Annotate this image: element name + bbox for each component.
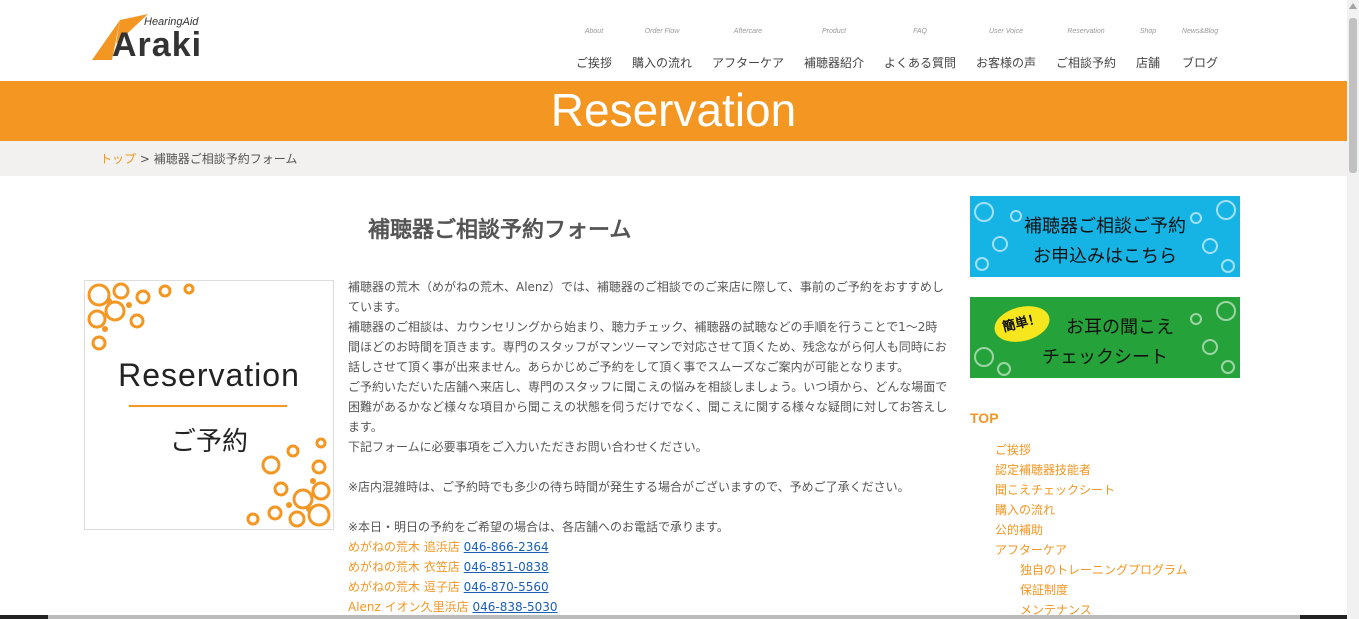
intro-paragraph: 補聴器のご相談は、カウンセリングから始まり、聴力チェック、補聴器の試聴などの手順… <box>348 320 947 374</box>
shop-phone-row: めがねの荒木 追浜店 046-866-2364 <box>348 537 948 557</box>
hearing-check-banner-link[interactable]: 簡単！ お耳の聞こえ チェックシート <box>970 297 1240 378</box>
sidebar-link-order-flow[interactable]: 購入の流れ <box>995 501 1055 518</box>
page-banner: Reservation <box>0 81 1347 141</box>
intro-text: 補聴器の荒木（めがねの荒木、Alenz）では、補聴器のご相談でのご来店に際して、… <box>348 277 948 617</box>
sidebar-link-certified-technician[interactable]: 認定補聴器技能者 <box>995 461 1091 478</box>
nav-faq-jp: よくある質問 <box>883 56 956 70</box>
nav-blog[interactable]: News&Blog ブログ <box>1176 28 1224 71</box>
nav-about-jp: ご挨拶 <box>575 56 612 70</box>
site-header: HearingAid Araki About ご挨拶 Order Flow 購入… <box>0 0 1347 81</box>
shop-name: めがねの荒木 追浜店 <box>348 540 460 554</box>
sidebar-link-warranty[interactable]: 保証制度 <box>1020 581 1068 598</box>
nav-product-en: Product <box>821 28 847 35</box>
sidebar-link-training-program[interactable]: 独自のトレーニングプログラム <box>1020 561 1188 578</box>
shop-phone-link[interactable]: 046-838-5030 <box>472 600 557 614</box>
nav-reservation[interactable]: Reservation ご相談予約 <box>1054 28 1118 71</box>
nav-aftercare-en: Aftercare <box>733 28 763 35</box>
reservation-image: Reservation ご予約 <box>84 280 334 530</box>
reservation-image-en: Reservation <box>118 357 300 393</box>
reservation-banner-line2: お申込みはこちら <box>1033 246 1177 267</box>
page-title: 補聴器ご相談予約フォーム <box>368 218 632 243</box>
nav-faq[interactable]: FAQ よくある質問 <box>882 28 958 71</box>
breadcrumb: トップ > 補聴器ご相談予約フォーム <box>0 141 1347 176</box>
nav-blog-jp: ブログ <box>1181 56 1218 70</box>
waiting-note: ※店内混雑時は、ご予約時でも多少の待ち時間が発生する場合がございますので、予めご… <box>348 480 910 494</box>
vertical-scrollbar[interactable] <box>1347 0 1359 619</box>
nav-blog-en: News&Blog <box>1181 28 1219 35</box>
sidebar-link-about[interactable]: ご挨拶 <box>995 441 1031 458</box>
shop-phone-link[interactable]: 046-851-0838 <box>464 560 549 574</box>
nav-faq-en: FAQ <box>913 28 927 35</box>
nav-about[interactable]: About ご挨拶 <box>574 28 614 71</box>
logo-name: Araki <box>112 26 203 64</box>
shop-phone-row: Alenz イオン久里浜店 046-838-5030 <box>348 597 948 617</box>
breadcrumb-separator: > <box>139 152 150 166</box>
hearing-check-line2: チェックシート <box>1042 347 1168 368</box>
shop-phone-row: めがねの荒木 逗子店 046-870-5560 <box>348 577 948 597</box>
same-day-note: ※本日・明日の予約をご希望の場合は、各店舗へのお電話で承ります。 <box>348 520 729 534</box>
nav-order-flow-en: Order Flow <box>644 28 680 35</box>
banner-title: Reservation <box>550 84 797 136</box>
nav-order-flow-jp: 購入の流れ <box>631 56 692 70</box>
nav-aftercare[interactable]: Aftercare アフターケア <box>710 28 786 71</box>
shop-phone-link[interactable]: 046-870-5560 <box>464 580 549 594</box>
reservation-banner-link[interactable]: 補聴器ご相談ご予約 お申込みはこちら <box>970 196 1240 277</box>
intro-paragraph: ご予約いただいた店舗へ来店し、専門のスタッフに聞こえの悩みを相談しましょう。いつ… <box>348 380 948 434</box>
sidebar-link-hearing-check[interactable]: 聞こえチェックシート <box>995 481 1115 498</box>
nav-user-voice-en: User Voice <box>989 28 1023 35</box>
horizontal-scrollbar-thumb[interactable] <box>48 615 1300 619</box>
nav-user-voice[interactable]: User Voice お客様の声 <box>974 28 1038 71</box>
scroll-up-icon[interactable] <box>1349 3 1357 9</box>
breadcrumb-home-link[interactable]: トップ <box>100 152 136 166</box>
reservation-image-divider <box>129 405 287 407</box>
sidebar-link-public-subsidy[interactable]: 公的補助 <box>995 521 1043 538</box>
nav-shop-en: Shop <box>1139 28 1157 35</box>
shop-name: めがねの荒木 逗子店 <box>348 580 460 594</box>
nav-aftercare-jp: アフターケア <box>711 56 784 70</box>
hearing-check-line1: お耳の聞こえ <box>1066 317 1174 338</box>
sidebar-link-aftercare[interactable]: アフターケア <box>995 541 1067 558</box>
nav-shop[interactable]: Shop 店舗 <box>1132 28 1164 71</box>
nav-shop-jp: 店舗 <box>1135 56 1160 70</box>
horizontal-scrollbar[interactable] <box>0 615 1347 619</box>
intro-paragraph: 下記フォームに必要事項をご入力いただきお問い合わせください。 <box>348 440 708 454</box>
nav-reservation-en: Reservation <box>1067 28 1105 35</box>
intro-paragraph: 補聴器の荒木（めがねの荒木、Alenz）では、補聴器のご相談でのご来店に際して、… <box>348 280 944 314</box>
reservation-image-jp: ご予約 <box>169 427 248 457</box>
site-logo[interactable]: HearingAid Araki <box>90 14 215 66</box>
shop-phone-row: めがねの荒木 衣笠店 046-851-0838 <box>348 557 948 577</box>
nav-product[interactable]: Product 補聴器紹介 <box>802 28 866 71</box>
nav-product-jp: 補聴器紹介 <box>803 56 864 70</box>
shop-phone-link[interactable]: 046-866-2364 <box>464 540 549 554</box>
shop-name: Alenz イオン久里浜店 <box>348 600 469 614</box>
shop-name: めがねの荒木 衣笠店 <box>348 560 460 574</box>
breadcrumb-current: 補聴器ご相談予約フォーム <box>153 152 298 166</box>
nav-reservation-jp: ご相談予約 <box>1055 56 1116 70</box>
scrollbar-thumb[interactable] <box>1349 18 1357 173</box>
nav-user-voice-jp: お客様の声 <box>975 56 1036 70</box>
nav-about-en: About <box>584 28 604 35</box>
reservation-banner-line1: 補聴器ご相談ご予約 <box>1024 216 1186 237</box>
sidebar-top-heading: TOP <box>970 410 999 426</box>
nav-order-flow[interactable]: Order Flow 購入の流れ <box>630 28 694 71</box>
